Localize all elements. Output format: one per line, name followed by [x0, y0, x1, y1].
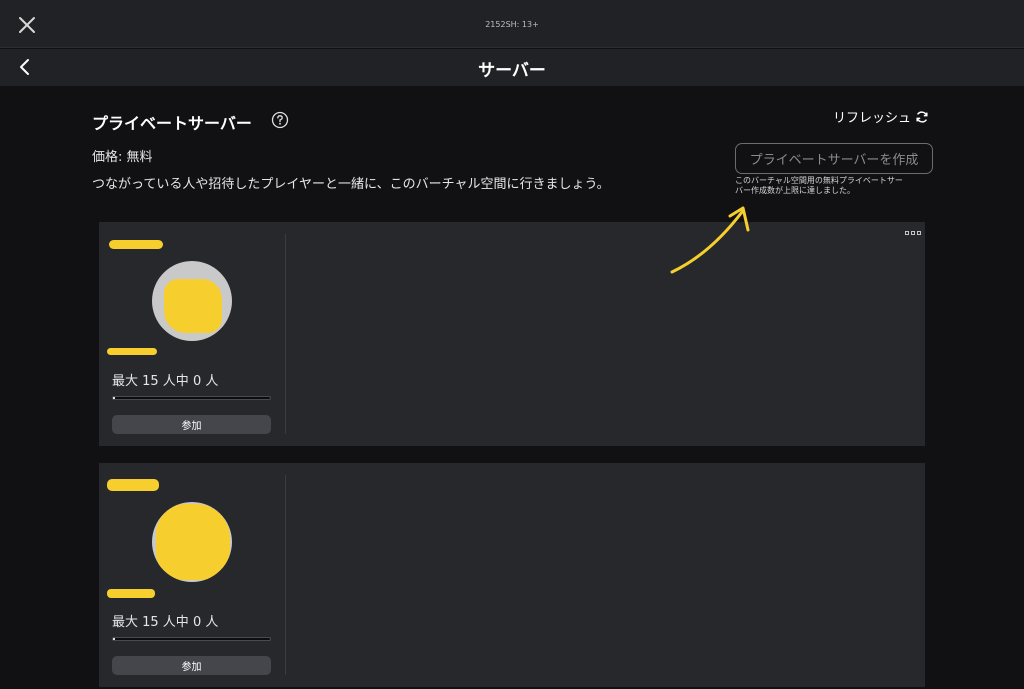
occupancy-bar-fill — [113, 397, 115, 399]
server-card: 最大 15 人中 0 人 参加 — [99, 463, 925, 687]
server-card: 最大 15 人中 0 人 参加 — [99, 222, 925, 446]
redacted-owner-name — [107, 589, 155, 598]
redacted-server-name — [109, 240, 163, 249]
help-icon[interactable] — [271, 111, 289, 129]
avatar — [152, 502, 232, 582]
capacity-text: 最大 15 人中 0 人 — [112, 615, 219, 630]
redacted-server-name — [107, 479, 159, 491]
main-content: プライベートサーバー 価格: 無料 つながっている人や招待したプレイヤーと一緒に… — [0, 86, 1024, 689]
card-divider — [285, 475, 286, 675]
redacted-avatar — [164, 279, 222, 333]
page-title: サーバー — [478, 61, 546, 81]
redacted-owner-name — [107, 348, 157, 355]
section-title: プライベートサーバー — [92, 114, 252, 133]
refresh-label: リフレッシュ — [833, 111, 912, 126]
limit-note-line-2: バー作成数が上限に達しました。 — [735, 186, 855, 195]
capacity-text: 最大 15 人中 0 人 — [112, 374, 219, 389]
top-bar: 2152SH: 13+ — [0, 0, 1024, 48]
occupancy-bar-fill — [113, 638, 115, 640]
navigation-bar: サーバー — [0, 49, 1024, 86]
device-label: 2152SH: 13+ — [485, 20, 539, 29]
join-button[interactable]: 参加 — [112, 656, 271, 675]
create-private-server-button[interactable]: プライベートサーバーを作成 — [735, 143, 933, 174]
price-label: 価格: 無料 — [92, 150, 153, 165]
occupancy-bar — [112, 396, 271, 400]
description-text: つながっている人や招待したプレイヤーと一緒に、このバーチャル空間に行きましょう。 — [92, 177, 610, 192]
join-button[interactable]: 参加 — [112, 415, 271, 434]
card-divider — [285, 234, 286, 434]
refresh-icon — [916, 110, 928, 123]
occupancy-bar — [112, 637, 271, 641]
more-menu-icon[interactable] — [905, 231, 921, 235]
limit-note-line-1: このバーチャル空間用の無料プライベートサー — [735, 176, 903, 185]
annotation-arrow-icon — [670, 206, 750, 274]
limit-reached-note: このバーチャル空間用の無料プライベートサー バー作成数が上限に達しました。 — [735, 176, 935, 196]
redacted-avatar — [156, 504, 230, 580]
avatar — [152, 261, 232, 341]
refresh-button[interactable]: リフレッシュ — [833, 107, 929, 126]
